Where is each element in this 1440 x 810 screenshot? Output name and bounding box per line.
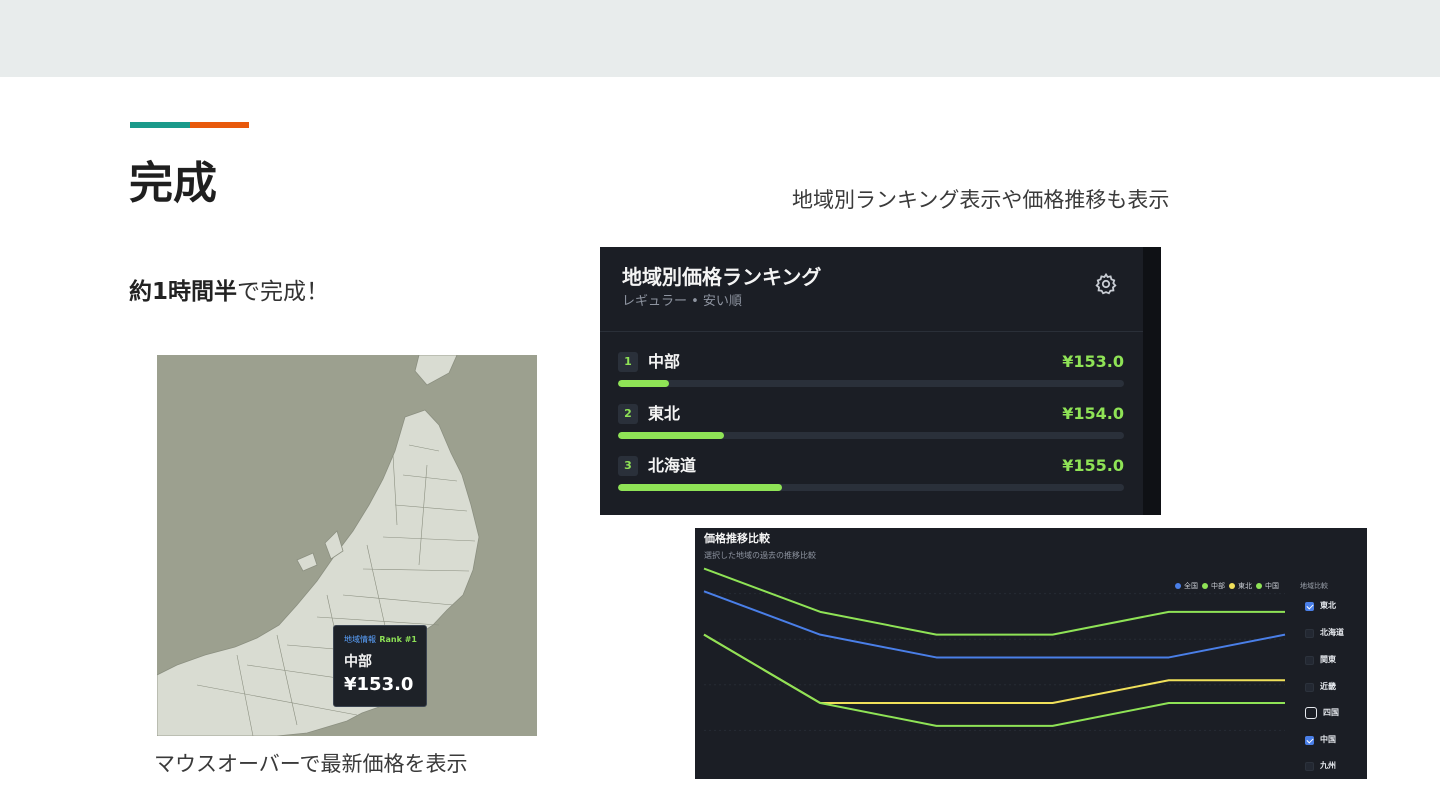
legend-label: 中部 [1211,582,1225,590]
trend-title: 価格推移比較 [704,532,770,545]
region-checkbox-hokkaido[interactable]: 北海道 [1305,627,1344,639]
top-band [0,0,1440,77]
legend-dot [1229,583,1235,589]
region-label: 東北 [1320,601,1336,610]
ranking-row[interactable]: 1 中部 ¥153.0 [618,349,1124,393]
rank-bar-fill [618,380,669,387]
subhead-emphasis: 約1時間半 [129,279,238,305]
rank-bar-track [618,380,1124,387]
ranking-row[interactable]: 2 東北 ¥154.0 [618,401,1124,445]
checkbox[interactable] [1305,761,1314,771]
region-checkbox-shikoku[interactable]: 四国 [1305,707,1339,719]
region-checkbox-tohoku[interactable]: 東北 [1305,600,1336,612]
map-tooltip: 地域情報 Rank #1 中部 ¥153.0 [333,625,427,707]
checkbox[interactable] [1305,707,1317,719]
checkbox[interactable] [1305,601,1314,611]
rank-number: 1 [618,352,638,372]
tooltip-rank: Rank #1 [379,635,417,644]
slide-title: 完成 [129,158,217,209]
checkbox[interactable] [1305,655,1314,665]
subhead-rest: で完成！ [237,279,330,305]
ranking-title: 地域別価格ランキング [622,265,822,289]
region-label: 中国 [1320,735,1336,744]
trend-subtitle: 選択した地域の過去の推移比較 [704,551,816,560]
rank-price: ¥154.0 [1062,404,1124,423]
slide-subhead: 約1時間半で完成！ [129,276,329,308]
checkbox[interactable] [1305,682,1314,692]
panel-edge [1143,247,1161,515]
legend-item: 中部 [1202,581,1225,591]
ranking-divider [600,331,1143,332]
compare-label: 地域比較 [1300,582,1328,590]
legend-dot [1202,583,1208,589]
rank-number: 2 [618,404,638,424]
legend-item: 東北 [1229,581,1252,591]
rank-region: 中部 [648,352,681,371]
rank-bar-track [618,484,1124,491]
gear-icon[interactable] [1094,272,1118,296]
ranking-row[interactable]: 3 北海道 ¥155.0 [618,453,1124,497]
rank-price: ¥155.0 [1062,456,1124,475]
region-checkbox-kyushu[interactable]: 九州 [1305,760,1336,772]
trend-panel: 価格推移比較 選択した地域の過去の推移比較 全国 中部 東北 中国 地域比較 東… [695,528,1367,779]
region-checkbox-kinki[interactable]: 近畿 [1305,681,1336,693]
legend-label: 東北 [1238,582,1252,590]
rank-region: 北海道 [648,456,697,475]
ranking-panel: 地域別価格ランキング レギュラー • 安い順 1 中部 ¥153.0 2 東北 … [600,247,1161,515]
legend-dot [1256,583,1262,589]
legend-item: 中国 [1256,581,1279,591]
checkbox[interactable] [1305,735,1314,745]
caption-ranking: 地域別ランキング表示や価格推移も表示 [792,188,1170,212]
checkbox[interactable] [1305,628,1314,638]
region-label: 関東 [1320,655,1336,664]
trend-legend: 全国 中部 東北 中国 [1175,581,1279,591]
legend-label: 中国 [1265,582,1279,590]
region-label: 四国 [1323,708,1339,717]
rank-price: ¥153.0 [1062,352,1124,371]
tooltip-price: ¥153.0 [344,674,414,695]
accent-bar-orange [190,122,249,128]
accent-bar-teal [130,122,190,128]
tooltip-region: 中部 [344,654,372,670]
legend-label: 全国 [1184,582,1198,590]
caption-map: マウスオーバーで最新価格を表示 [154,752,468,776]
legend-dot [1175,583,1181,589]
rank-number: 3 [618,456,638,476]
region-checkbox-chugoku[interactable]: 中国 [1305,734,1336,746]
series-line [703,633,1285,705]
region-label: 北海道 [1320,628,1344,637]
rank-bar-fill [618,484,783,491]
tooltip-header: 地域情報 [344,635,376,644]
legend-item: 全国 [1175,581,1198,591]
ranking-subtitle: レギュラー • 安い順 [622,294,742,309]
rank-bar-fill [618,432,725,439]
region-checkbox-kanto[interactable]: 関東 [1305,654,1336,666]
region-label: 近畿 [1320,682,1336,691]
rank-bar-track [618,432,1124,439]
rank-region: 東北 [648,404,681,423]
region-label: 九州 [1320,761,1336,770]
trend-plot [703,567,1286,731]
